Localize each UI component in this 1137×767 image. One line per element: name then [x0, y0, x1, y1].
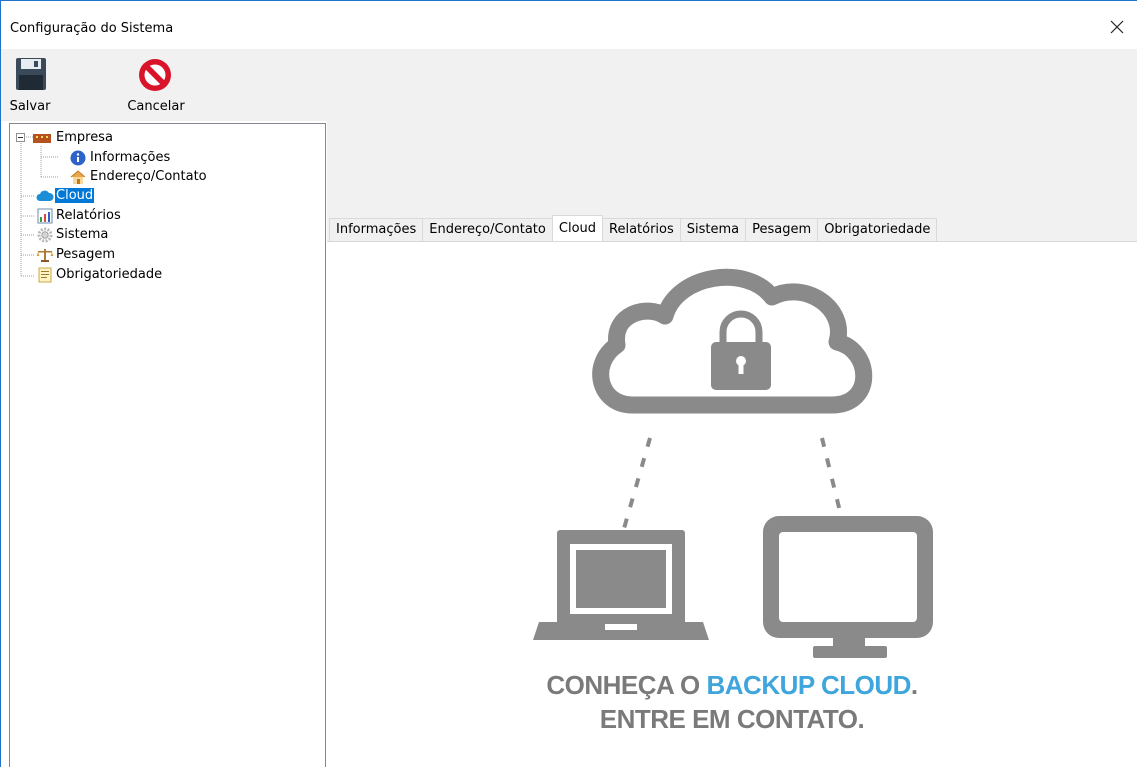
tree-item-endereco-contato[interactable]: Endereço/Contato [70, 167, 208, 186]
banner-line-2: ENTRE EM CONTATO. [599, 704, 865, 734]
tree-item-obrigatoriedade[interactable]: Obrigatoriedade [36, 265, 163, 284]
tree-item-label: Relatórios [56, 208, 121, 223]
cloud-tab-content: CONHEÇA O BACKUP CLOUD. ENTRE EM CONTATO… [327, 241, 1137, 767]
banner-line-1-suffix: . [910, 670, 918, 700]
config-window: Configuração do Sistema Salvar Cancelar [0, 0, 1137, 767]
gear-icon [37, 227, 53, 242]
tab-pesagem[interactable]: Pesagem [745, 218, 819, 241]
monitor-icon [763, 516, 933, 658]
cloud-lock-icon [592, 268, 873, 414]
tree-item-sistema[interactable]: Sistema [36, 225, 109, 244]
save-label: Salvar [9, 99, 51, 114]
settings-tree[interactable]: Empresa Informações Endereço/Contato Clo… [9, 123, 326, 767]
tree-item-relatorios[interactable]: Relatórios [36, 206, 122, 225]
banner-accent: BACKUP CLOUD [706, 670, 912, 700]
tree-item-label: Pesagem [56, 247, 116, 262]
settings-panel: Informações Endereço/Contato Cloud Relat… [327, 121, 1137, 767]
tree-item-label: Obrigatoriedade [56, 267, 163, 282]
close-icon [1110, 20, 1124, 34]
tab-informacoes[interactable]: Informações [329, 218, 424, 241]
banner-line-1: CONHEÇA O BACKUP CLOUD. [327, 670, 1137, 701]
window-title: Configuração do Sistema [10, 21, 174, 36]
laptop-icon [533, 530, 709, 640]
tab-relatorios[interactable]: Relatórios [602, 218, 681, 241]
tree-item-label: Endereço/Contato [90, 169, 207, 184]
house-icon [70, 169, 86, 184]
cloud-backup-illustration [533, 268, 933, 658]
checklist-icon [38, 267, 52, 282]
toolbar: Salvar Cancelar [1, 49, 1137, 121]
tree-item-informacoes[interactable]: Informações [70, 148, 171, 167]
banner-line-1-prefix: CONHEÇA O [546, 670, 707, 700]
save-button[interactable]: Salvar [5, 53, 55, 117]
cloud-icon [36, 190, 54, 201]
collapse-toggle[interactable] [16, 133, 25, 142]
report-icon [37, 208, 53, 223]
tab-obrigatoriedade[interactable]: Obrigatoriedade [817, 218, 938, 241]
tree-item-pesagem[interactable]: Pesagem [36, 245, 116, 264]
tab-endereco-contato[interactable]: Endereço/Contato [422, 218, 553, 241]
floppy-disk-icon [16, 58, 46, 90]
title-bar: Configuração do Sistema [1, 1, 1137, 49]
scale-icon [36, 248, 54, 262]
cancel-icon [139, 59, 171, 91]
tab-sistema[interactable]: Sistema [679, 218, 747, 241]
info-icon [70, 150, 86, 165]
tree-item-cloud[interactable]: Cloud [36, 186, 95, 205]
tree-item-label: Cloud [55, 188, 95, 203]
cancel-button[interactable]: Cancelar [117, 53, 195, 117]
tree-item-empresa[interactable]: Empresa [32, 128, 114, 147]
tree-item-label: Informações [90, 150, 171, 165]
company-icon [33, 133, 51, 143]
cancel-label: Cancelar [127, 99, 185, 114]
tree-item-label: Sistema [56, 227, 109, 242]
tree-item-label: Empresa [56, 130, 113, 145]
tab-cloud[interactable]: Cloud [551, 215, 604, 241]
tab-strip: Informações Endereço/Contato Cloud Relat… [329, 215, 938, 241]
close-button[interactable] [1097, 11, 1137, 43]
